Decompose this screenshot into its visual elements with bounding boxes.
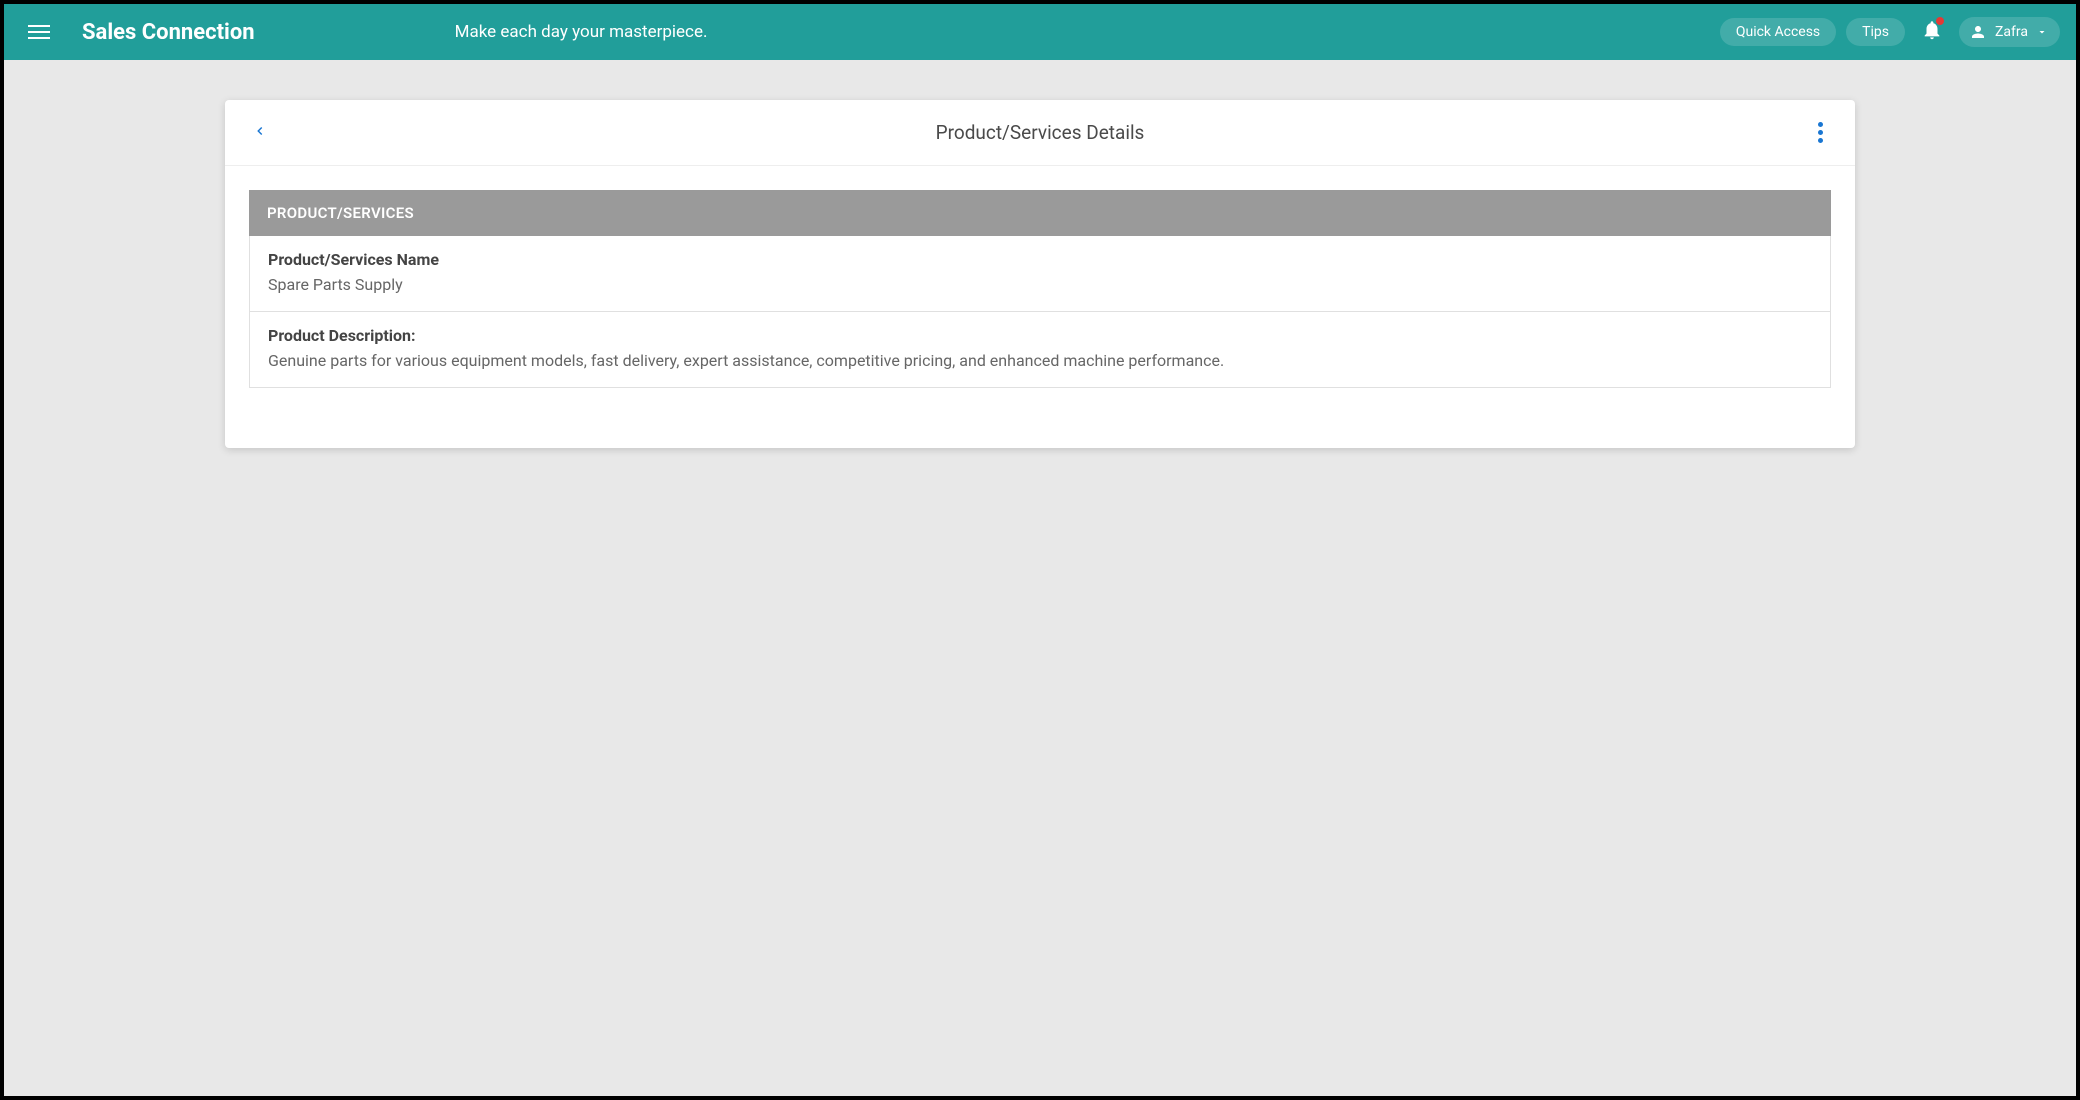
back-button[interactable]	[249, 119, 271, 146]
field-value: Genuine parts for various equipment mode…	[268, 349, 1812, 373]
details-card: Product/Services Details PRODUCT/SERVICE…	[225, 100, 1855, 448]
user-menu-button[interactable]: Zafra	[1959, 17, 2060, 47]
app-title: Sales Connection	[82, 20, 255, 45]
field-label: Product/Services Name	[268, 250, 1812, 269]
notification-dot	[1936, 17, 1944, 25]
page-title: Product/Services Details	[936, 121, 1145, 144]
field-row-name: Product/Services Name Spare Parts Supply	[249, 236, 1831, 312]
top-navigation-bar: Sales Connection Make each day your mast…	[4, 4, 2076, 60]
content-area: Product/Services Details PRODUCT/SERVICE…	[4, 60, 2076, 448]
card-header: Product/Services Details	[225, 100, 1855, 166]
notifications-button[interactable]	[1915, 13, 1949, 51]
kebab-dot	[1818, 138, 1823, 143]
kebab-dot	[1818, 122, 1823, 127]
user-name-label: Zafra	[1995, 24, 2028, 40]
more-options-button[interactable]	[1810, 118, 1831, 147]
chevron-down-icon	[2036, 26, 2048, 38]
tagline-text: Make each day your masterpiece.	[455, 22, 708, 42]
user-icon	[1969, 23, 1987, 41]
field-value: Spare Parts Supply	[268, 273, 1812, 297]
hamburger-menu-button[interactable]	[20, 17, 58, 47]
chevron-left-icon	[253, 124, 267, 138]
field-label: Product Description:	[268, 326, 1812, 345]
quick-access-button[interactable]: Quick Access	[1720, 18, 1836, 46]
section-header: PRODUCT/SERVICES	[249, 190, 1831, 236]
tips-button[interactable]: Tips	[1846, 18, 1905, 46]
kebab-dot	[1818, 130, 1823, 135]
field-row-description: Product Description: Genuine parts for v…	[249, 312, 1831, 388]
